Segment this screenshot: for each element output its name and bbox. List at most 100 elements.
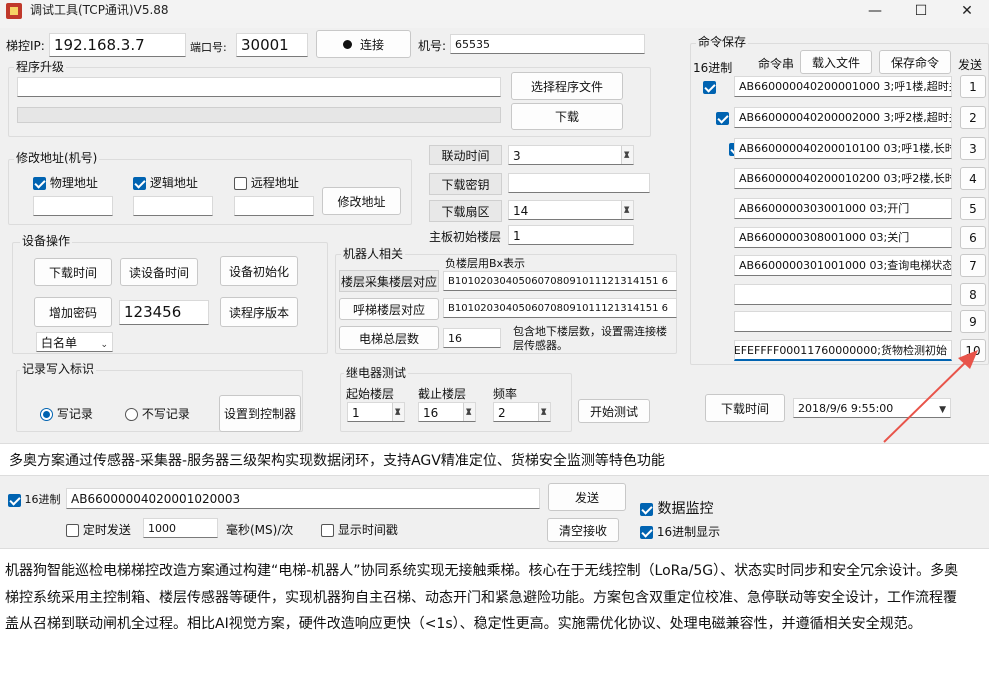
send-column-label: 发送	[958, 58, 983, 72]
timed-send-option[interactable]: 定时发送	[66, 521, 131, 538]
link-time-input[interactable]: 3	[508, 145, 634, 165]
physical-address-option[interactable]: 物理地址	[33, 174, 98, 191]
download-sector-input[interactable]: 14	[508, 200, 634, 220]
cmd-row-send-button[interactable]: 8	[960, 283, 986, 306]
download-time-button[interactable]: 下载时间	[34, 258, 112, 286]
download-sector-button[interactable]: 下载扇区	[429, 200, 502, 222]
list-type-select[interactable]: 白名单 ⌄	[36, 332, 113, 352]
cmd-row-send-button[interactable]: 2	[960, 106, 986, 129]
close-icon[interactable]: ✕	[944, 0, 989, 24]
start-test-button[interactable]: 开始测试	[578, 399, 650, 423]
machine-input[interactable]: 65535	[450, 34, 645, 54]
collect-floor-button[interactable]: 楼层采集楼层对应	[339, 270, 439, 292]
total-floors-button[interactable]: 电梯总层数	[339, 326, 439, 350]
app-icon	[6, 3, 22, 19]
no-write-record-radio[interactable]	[125, 408, 138, 421]
remote-address-input[interactable]	[234, 196, 314, 216]
total-floors-input[interactable]: 16	[443, 328, 501, 348]
timed-send-checkbox[interactable]	[66, 524, 79, 537]
cmd-row-input[interactable]: AB660000040200002000 3;呼2楼,超时关闭	[734, 107, 952, 128]
cmd-row-send-button[interactable]: 9	[960, 310, 986, 333]
write-record-radio[interactable]	[40, 408, 53, 421]
remote-checkbox[interactable]	[234, 177, 247, 190]
init-floor-input[interactable]: 1	[508, 225, 634, 245]
send-button[interactable]: 发送	[548, 483, 626, 511]
minimize-icon[interactable]: —	[852, 0, 898, 24]
no-write-record-option[interactable]: 不写记录	[125, 405, 190, 422]
write-record-label: 写记录	[56, 407, 93, 421]
cmd-row-send-button[interactable]: 4	[960, 167, 986, 190]
frequency-value: 2	[498, 406, 506, 420]
collect-floor-input[interactable]: B10102030405060708091011121314151 6	[443, 271, 677, 291]
device-init-button[interactable]: 设备初始化	[220, 256, 298, 286]
ip-input[interactable]: 192.168.3.7	[49, 33, 186, 57]
cmd-row-input[interactable]: AB6600000303001000 03;开门	[734, 198, 952, 219]
maximize-icon[interactable]: ☐	[898, 0, 944, 24]
modify-address-button[interactable]: 修改地址	[322, 187, 401, 215]
start-floor-spinner[interactable]	[392, 403, 404, 421]
cmd-row-hex-checkbox[interactable]	[716, 112, 729, 125]
logical-address-input[interactable]	[133, 196, 213, 216]
chevron-down-icon: ⌄	[100, 340, 108, 350]
password-input[interactable]: 123456	[119, 300, 209, 325]
clear-receive-button[interactable]: 清空接收	[547, 518, 619, 542]
cmd-row-input[interactable]: AB660000040200010100 03;呼1楼,长时间开	[734, 138, 952, 159]
neg-floor-label: 负楼层用Bx表示	[445, 257, 526, 270]
save-command-button[interactable]: 保存命令	[879, 50, 951, 74]
cmd-row-input[interactable]	[734, 284, 952, 305]
read-version-button[interactable]: 读程序版本	[220, 297, 298, 327]
logical-address-option[interactable]: 逻辑地址	[133, 174, 198, 191]
connect-button[interactable]: 连接	[316, 30, 411, 58]
download-key-input[interactable]	[508, 173, 650, 193]
interval-input[interactable]: 1000	[143, 518, 218, 538]
cmd-row-input[interactable]	[734, 311, 952, 332]
list-type-value: 白名单	[41, 336, 78, 350]
remote-address-option[interactable]: 远程地址	[234, 174, 299, 191]
select-file-button[interactable]: 选择程序文件	[511, 72, 623, 100]
device-legend: 设备操作	[20, 234, 73, 248]
call-floor-input[interactable]: B10102030405060708091011121314151 6	[443, 298, 677, 318]
data-monitor-checkbox[interactable]	[640, 502, 653, 516]
cmd-row-input[interactable]: AB6600000308001000 03;关门	[734, 227, 952, 248]
logical-checkbox[interactable]	[133, 177, 146, 190]
link-time-button[interactable]: 联动时间	[429, 145, 502, 165]
read-device-time-button[interactable]: 读设备时间	[120, 258, 198, 286]
hex-display-option[interactable]: 16进制显示	[640, 523, 720, 540]
end-floor-spinner[interactable]	[463, 403, 475, 421]
cmd-row-input[interactable]: AB6600000301001000 03;查询电梯状态	[734, 255, 952, 276]
end-floor-input[interactable]: 16	[418, 402, 476, 422]
load-file-button[interactable]: 载入文件	[800, 50, 872, 74]
physical-address-input[interactable]	[33, 196, 113, 216]
cmd-row-send-button[interactable]: 3	[960, 137, 986, 160]
send-command-input[interactable]: AB66000004020001020003	[66, 488, 540, 509]
set-to-controller-button[interactable]: 设置到控制器	[219, 395, 301, 432]
cmd-row-send-button[interactable]: 6	[960, 226, 986, 249]
show-timestamp-checkbox[interactable]	[321, 524, 334, 537]
frequency-spinner[interactable]	[538, 403, 550, 421]
cmd-row-input[interactable]: AB660000040200001000 3;呼1楼,超时关闭	[734, 76, 952, 97]
download-sector-spinner[interactable]	[621, 201, 633, 219]
upgrade-download-button[interactable]: 下载	[511, 103, 623, 130]
download-key-button[interactable]: 下载密钥	[429, 173, 502, 195]
data-monitor-option[interactable]: 数据监控	[640, 498, 713, 518]
link-time-spinner[interactable]	[621, 146, 633, 164]
send-hex-checkbox[interactable]	[8, 493, 21, 507]
port-input[interactable]: 30001	[236, 33, 308, 57]
cmd-row-input[interactable]: AB660000040200010200 03;呼2楼,长时间开	[734, 168, 952, 189]
cmd-row-hex-checkbox[interactable]	[703, 81, 716, 94]
call-floor-button[interactable]: 呼梯楼层对应	[339, 298, 439, 320]
cmd-download-time-button[interactable]: 下载时间	[705, 394, 785, 422]
cmd-row-send-button[interactable]: 5	[960, 197, 986, 220]
write-record-option[interactable]: 写记录	[40, 405, 93, 422]
cmd-row-send-button[interactable]: 7	[960, 254, 986, 277]
show-timestamp-option[interactable]: 显示时间戳	[321, 521, 398, 538]
cmd-row-send-button[interactable]: 1	[960, 75, 986, 98]
physical-checkbox[interactable]	[33, 177, 46, 190]
send-hex-option[interactable]: 16进制	[8, 491, 61, 507]
add-password-button[interactable]: 增加密码	[34, 297, 112, 327]
hex-display-checkbox[interactable]	[640, 526, 653, 539]
upgrade-file-path[interactable]	[17, 77, 501, 97]
frequency-input[interactable]: 2	[493, 402, 551, 422]
window-title: 调试工具(TCP通讯)V5.88	[30, 3, 169, 17]
start-floor-input[interactable]: 1	[347, 402, 405, 422]
